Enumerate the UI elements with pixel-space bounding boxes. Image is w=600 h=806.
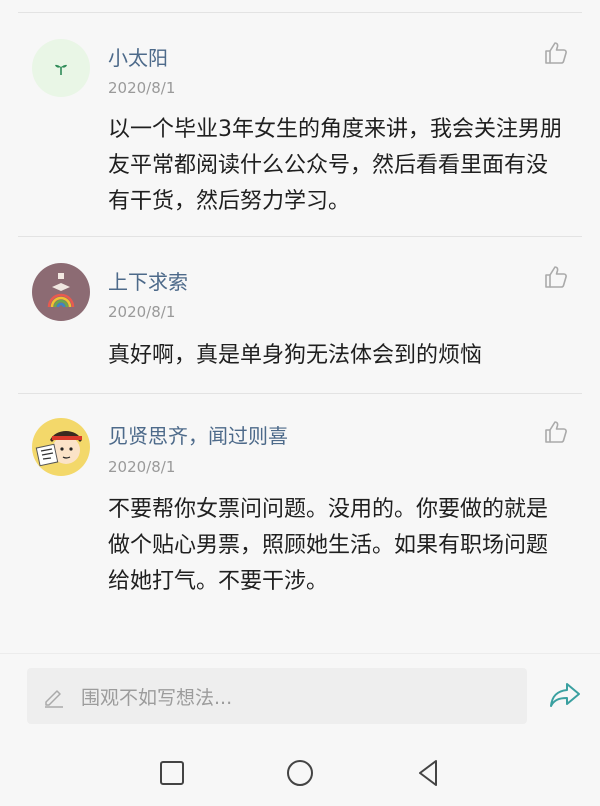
share-arrow-icon[interactable] bbox=[548, 680, 582, 710]
triangle-back-icon[interactable] bbox=[412, 757, 444, 789]
rainbow-avatar-icon bbox=[47, 273, 75, 308]
divider bbox=[18, 236, 582, 237]
comment-input[interactable]: 围观不如写想法... bbox=[27, 668, 527, 724]
comment-text: 不要帮你女票问问题。没用的。你要做的就是做个贴心男票，照顾她生活。如果有职场问题… bbox=[108, 497, 549, 594]
thumbs-up-icon[interactable] bbox=[543, 419, 569, 445]
system-nav-bar bbox=[0, 741, 600, 806]
pencil-icon bbox=[45, 690, 63, 708]
comment-author[interactable]: 见贤思齐，闻过则喜 bbox=[108, 420, 288, 449]
cartoon-character-icon bbox=[35, 431, 82, 467]
avatar[interactable] bbox=[32, 263, 90, 321]
sprout-icon bbox=[55, 64, 67, 75]
comment-author[interactable]: 小太阳 bbox=[108, 42, 168, 71]
square-recents-icon[interactable] bbox=[156, 757, 188, 789]
avatar[interactable] bbox=[32, 39, 90, 97]
comment-text: 以一个毕业3年女生的角度来讲，我会关注男朋友平常都阅读什么公众号，然后看看里面有… bbox=[108, 117, 562, 214]
thumbs-up-icon[interactable] bbox=[543, 40, 569, 66]
avatar[interactable] bbox=[32, 418, 90, 476]
divider bbox=[18, 393, 582, 394]
comment-date: 2020/8/1 bbox=[108, 303, 176, 321]
comment-date: 2020/8/1 bbox=[108, 79, 176, 97]
thumbs-up-icon[interactable] bbox=[543, 264, 569, 290]
comment-date: 2020/8/1 bbox=[108, 458, 176, 476]
comment-author[interactable]: 上下求索 bbox=[108, 266, 188, 295]
input-placeholder: 围观不如写想法... bbox=[81, 686, 233, 709]
circle-home-icon[interactable] bbox=[284, 757, 316, 789]
comment-input-bar: 围观不如写想法... bbox=[0, 653, 600, 742]
comment-text: 真好啊，真是单身狗无法体会到的烦恼 bbox=[108, 343, 483, 368]
top-divider bbox=[18, 12, 582, 13]
